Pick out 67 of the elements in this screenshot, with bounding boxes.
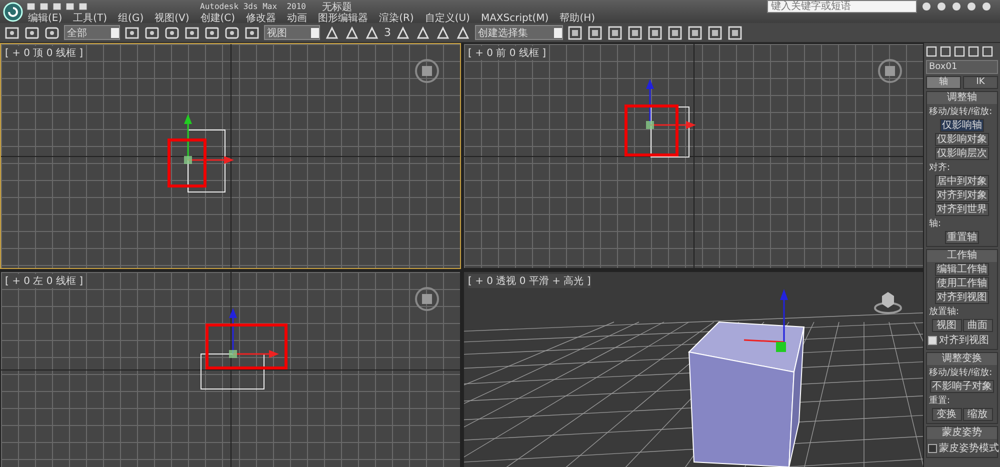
panel-button[interactable]: 使用工作轴 bbox=[935, 277, 989, 290]
group-label: 放置轴: bbox=[928, 306, 960, 318]
viewport-label[interactable]: [ + 0 左 0 线框 ] bbox=[5, 274, 83, 288]
document-title: 无标题 bbox=[322, 0, 352, 12]
selection-filter-dropdown[interactable]: 全部 bbox=[64, 25, 120, 40]
menu-item[interactable]: 渲染(R) bbox=[379, 11, 414, 25]
panel-button[interactable]: 重置轴 bbox=[945, 231, 979, 244]
checkbox-label: 对齐到视图 bbox=[939, 334, 989, 347]
panel-button[interactable]: 变换 bbox=[932, 408, 962, 421]
panel-button[interactable]: 仅影响层次 bbox=[935, 147, 989, 160]
panel-button[interactable]: 对齐到视图 bbox=[935, 291, 989, 304]
object-name-field[interactable]: Box01 bbox=[926, 60, 998, 74]
group-label: 重置: bbox=[928, 394, 952, 407]
panel-button[interactable]: 仅影响对象 bbox=[935, 133, 989, 146]
highlight-frame bbox=[168, 138, 206, 188]
menu-item[interactable]: 自定义(U) bbox=[424, 11, 470, 25]
panel-button[interactable]: 对齐到对象 bbox=[935, 189, 989, 202]
group-label: 移动/旋转/缩放: bbox=[928, 106, 994, 118]
move-gizmo bbox=[744, 289, 788, 352]
panel-button[interactable]: 不影响子对象 bbox=[930, 380, 994, 393]
viewport[interactable]: [ + 0 透视 0 平滑 + 高光 ] bbox=[463, 271, 924, 467]
menu-item[interactable]: 组(G) bbox=[118, 11, 144, 25]
reference-coordinate-dropdown[interactable]: 视图 bbox=[264, 25, 320, 40]
viewport-label[interactable]: [ + 0 前 0 线框 ] bbox=[468, 46, 546, 60]
panel-tab[interactable]: IK bbox=[963, 76, 998, 89]
move-gizmo bbox=[184, 114, 234, 164]
menu-item[interactable]: 图形编辑器 bbox=[318, 11, 368, 25]
group-label: 轴: bbox=[928, 218, 942, 230]
checkbox[interactable] bbox=[928, 444, 937, 452]
panel-tab[interactable]: 轴 bbox=[926, 76, 961, 89]
viewport-label[interactable]: [ + 0 透视 0 平滑 + 高光 ] bbox=[468, 274, 591, 288]
menu-item[interactable]: 编辑(E) bbox=[28, 11, 62, 25]
rollout-header[interactable]: 调整变换 bbox=[927, 353, 997, 365]
viewport[interactable]: [ + 0 前 0 线框 ] bbox=[463, 43, 924, 269]
menu-item[interactable]: 创建(C) bbox=[200, 11, 236, 25]
panel-button[interactable]: 仅影响轴 bbox=[940, 119, 984, 132]
menu-item[interactable]: 修改器 bbox=[246, 11, 276, 25]
panel-button[interactable]: 曲面 bbox=[962, 319, 992, 332]
panel-button[interactable]: 视图 bbox=[932, 319, 962, 332]
named-selection-dropdown[interactable]: 创建选择集 bbox=[475, 25, 563, 40]
viewport-label[interactable]: [ + 0 顶 0 线框 ] bbox=[5, 46, 83, 60]
viewcube-icon[interactable] bbox=[414, 58, 440, 84]
group-label: 对齐: bbox=[928, 162, 952, 174]
move-gizmo bbox=[646, 79, 696, 129]
viewport[interactable]: [ + 0 左 0 线框 ] bbox=[0, 271, 461, 467]
checkbox-label: 蒙皮姿势模式 bbox=[939, 442, 999, 455]
panel-button[interactable]: 缩放 bbox=[962, 408, 992, 421]
move-gizmo bbox=[229, 308, 279, 358]
menu-item[interactable]: 动画 bbox=[287, 11, 308, 25]
viewport[interactable]: [ + 0 顶 0 线框 ] bbox=[0, 43, 461, 269]
rollout-header[interactable]: 蒙皮姿势 bbox=[927, 427, 997, 439]
panel-button[interactable]: 居中到对象 bbox=[935, 175, 989, 188]
group-label: 移动/旋转/缩放: bbox=[928, 366, 994, 379]
snap-toggle[interactable]: 3 bbox=[384, 26, 391, 39]
viewcube-icon[interactable] bbox=[414, 286, 440, 312]
menu-item[interactable]: 视图(V) bbox=[154, 11, 190, 25]
panel-button[interactable]: 对齐到世界 bbox=[935, 203, 989, 216]
menu-item[interactable]: 帮助(H) bbox=[560, 11, 596, 25]
checkbox[interactable] bbox=[928, 336, 937, 344]
viewcube-icon[interactable] bbox=[877, 58, 903, 84]
menu-item[interactable]: MAXScript(M) bbox=[480, 12, 549, 24]
rollout-header[interactable]: 工作轴 bbox=[927, 250, 997, 262]
highlight-frame bbox=[624, 104, 678, 156]
menu-item[interactable]: 工具(T) bbox=[73, 11, 108, 25]
window-title: Autodesk 3ds Max 2010 bbox=[200, 2, 306, 11]
rollout-header[interactable]: 调整轴 bbox=[927, 92, 997, 104]
panel-button[interactable]: 编辑工作轴 bbox=[935, 263, 989, 276]
